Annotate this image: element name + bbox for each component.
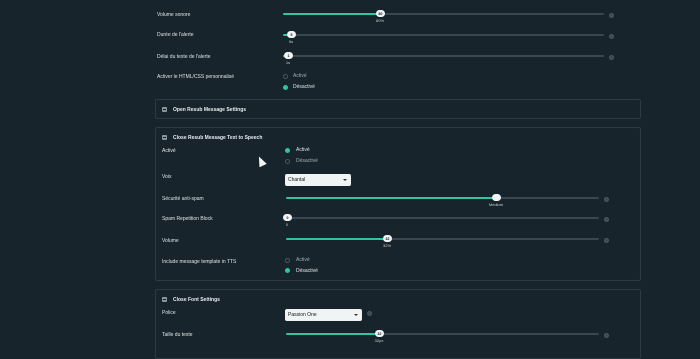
spam-block-label: Spam Repetition Block (162, 216, 213, 222)
tts-active-off-radio[interactable] (285, 159, 290, 164)
antispam-slider[interactable]: Medium (286, 194, 599, 207)
police-label: Police (162, 310, 176, 316)
antispam-label: Sécurité anti-spam (162, 196, 204, 202)
duration-help-icon[interactable]: ? (609, 34, 614, 39)
voice-select[interactable]: Chantal (285, 174, 351, 186)
custom-html-off-label: Désactivé (293, 84, 315, 90)
spam-block-help-icon[interactable]: ? (604, 217, 609, 222)
text-size-value: 32px (374, 338, 384, 343)
text-delay-label: Délai du texte de l'alerte (157, 54, 211, 60)
template-label: Include message template in TTS (162, 259, 237, 265)
spam-block-slider[interactable]: 0 0 (283, 214, 599, 227)
text-size-help-icon[interactable]: ? (604, 333, 609, 338)
duration-slider[interactable]: 5 5s (283, 31, 604, 44)
tts-volume-slider-fill (286, 238, 387, 240)
antispam-value: Medium (488, 202, 504, 207)
antispam-slider-handle[interactable] (492, 194, 501, 201)
tts-volume-slider-handle[interactable]: 32 (383, 235, 392, 242)
spam-block-value: 0 (285, 222, 289, 227)
tts-active-on-radio[interactable] (285, 148, 290, 153)
tts-active-on-label: Activé (296, 147, 310, 153)
custom-html-on-label: Activé (293, 73, 307, 79)
chevron-down-icon (354, 314, 358, 316)
text-size-slider-fill (286, 333, 379, 335)
custom-html-off-radio[interactable] (283, 85, 288, 90)
police-select[interactable]: Passion One (285, 309, 362, 321)
text-delay-slider[interactable]: 1 1s (283, 52, 604, 65)
collapse-icon[interactable] (162, 135, 167, 140)
police-help-icon[interactable]: ? (367, 311, 372, 316)
text-delay-help-icon[interactable]: ? (609, 55, 614, 60)
antispam-help-icon[interactable]: ? (604, 197, 609, 202)
tts-volume-label: Volume (162, 238, 179, 244)
spam-block-slider-handle[interactable]: 0 (283, 214, 292, 221)
tts-title: Close Resub Message Text to Speech (173, 135, 263, 141)
collapse-icon[interactable] (162, 297, 167, 302)
volume-value: 80% (375, 18, 385, 23)
antispam-slider-fill (286, 197, 496, 199)
volume-slider[interactable]: 80 80% (283, 10, 604, 23)
text-delay-slider-handle[interactable]: 1 (284, 52, 293, 59)
text-delay-value: 1s (285, 60, 291, 65)
volume-help-icon[interactable]: ? (609, 13, 614, 18)
text-size-slider-handle[interactable]: 32 (375, 330, 384, 337)
open-resub-title: Open Resub Message Settings (173, 107, 247, 113)
tts-active-label: Activé (162, 148, 176, 154)
font-title: Close Font Settings (173, 297, 220, 303)
custom-html-label: Activer le HTML/CSS personnalisé (157, 74, 234, 80)
template-off-radio[interactable] (285, 268, 290, 273)
volume-slider-fill (283, 13, 380, 15)
voice-label: Voix (162, 174, 172, 180)
duration-slider-handle[interactable]: 5 (287, 31, 296, 38)
expand-icon[interactable] (162, 107, 167, 112)
police-select-value: Passion One (288, 312, 317, 318)
text-size-label: Taille du texte (162, 332, 193, 338)
volume-slider-handle[interactable]: 80 (376, 10, 385, 17)
open-resub-section[interactable]: Open Resub Message Settings (155, 99, 641, 119)
template-on-label: Activé (296, 257, 310, 263)
tts-volume-slider[interactable]: 32 32% (286, 235, 599, 248)
tts-active-off-label: Désactivé (296, 158, 318, 164)
voice-select-value: Chantal (288, 177, 306, 183)
chevron-down-icon (343, 179, 347, 181)
custom-html-on-radio[interactable] (283, 74, 288, 79)
template-on-radio[interactable] (285, 258, 290, 263)
text-size-slider[interactable]: 32 32px (286, 330, 599, 343)
tts-volume-value: 32% (382, 243, 392, 248)
duration-value: 5s (288, 39, 294, 44)
font-section: Close Font Settings (155, 289, 641, 359)
template-off-label: Désactivé (296, 268, 318, 274)
duration-label: Durée de l'alerte (157, 32, 194, 38)
tts-section: Close Resub Message Text to Speech (155, 127, 641, 281)
volume-label: Volume sonore (157, 12, 191, 18)
tts-volume-help-icon[interactable]: ? (604, 238, 609, 243)
